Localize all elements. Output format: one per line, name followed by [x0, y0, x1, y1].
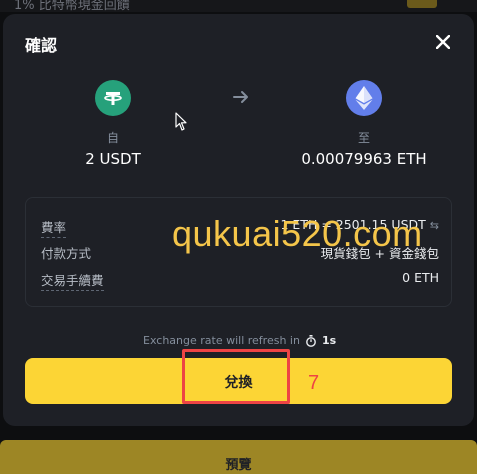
detail-row-fee: 交易手續費 0 ETH [41, 270, 439, 291]
timer-icon [306, 334, 316, 347]
preview-button[interactable]: 預覽 [0, 440, 477, 474]
mouse-cursor-icon [175, 112, 187, 131]
tether-symbol-icon [104, 92, 122, 105]
eth-coin-icon [346, 80, 382, 116]
swap-rate-icon[interactable]: ⇆ [430, 219, 439, 232]
rate-label[interactable]: 費率 [41, 217, 67, 238]
refresh-countdown: 1s [321, 334, 337, 347]
payment-method-label: 付款方式 [41, 246, 92, 261]
background-promo-button [407, 0, 437, 8]
modal-title: 確認 [25, 36, 58, 55]
to-label: 至 [357, 131, 370, 145]
fee-value: 0 ETH [402, 270, 439, 285]
ethereum-symbol-icon [355, 86, 373, 110]
convert-button[interactable]: 兌換 [25, 358, 452, 404]
close-icon [436, 35, 450, 49]
refresh-notice: Exchange rate will refresh in 1s [143, 334, 336, 347]
to-amount: 0.00079963 ETH [301, 150, 427, 168]
step-number-annotation: 7 [308, 372, 320, 394]
fee-label[interactable]: 交易手續費 [41, 270, 104, 291]
from-label: 自 [106, 131, 119, 145]
from-amount: 2 USDT [85, 150, 141, 168]
preview-button-label: 預覽 [225, 458, 252, 473]
usdt-coin-icon [95, 80, 131, 116]
background-header: 1% 比特幣現金回饋 [0, 0, 477, 13]
watermark-text: qukuai520.com [172, 213, 423, 254]
refresh-text: Exchange rate will refresh in [143, 334, 300, 347]
arrow-right-icon [233, 91, 248, 103]
background-promo-text: 1% 比特幣現金回饋 [14, 0, 130, 13]
close-button[interactable] [429, 28, 457, 56]
convert-button-label: 兌換 [224, 374, 253, 390]
